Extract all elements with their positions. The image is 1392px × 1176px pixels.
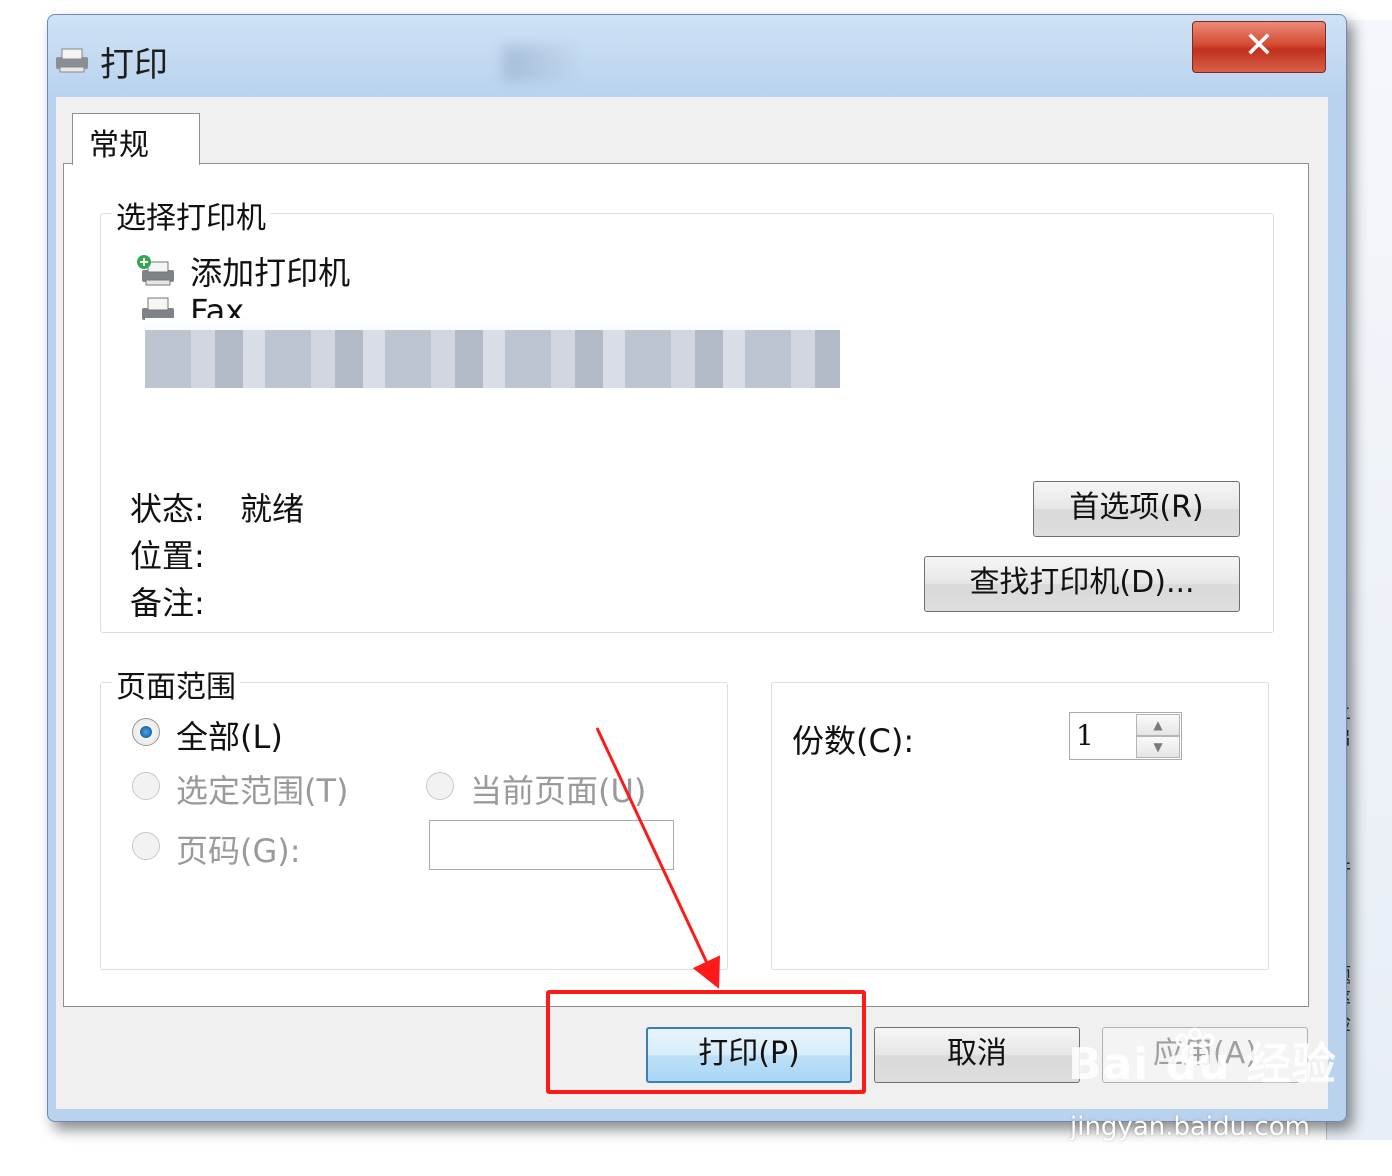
status-value: 就绪 — [240, 490, 305, 528]
printer-select-group-label: 选择打印机 — [112, 193, 270, 237]
fax-printer-icon — [142, 297, 174, 320]
page-range-group-label: 页面范围 — [112, 662, 240, 706]
printer-name: 添加打印机 — [190, 254, 351, 292]
find-printer-button[interactable]: 查找打印机(D)... — [924, 556, 1240, 612]
page-range-all-label[interactable]: 全部(L) — [176, 712, 283, 758]
printer-icon — [56, 48, 88, 73]
pixelated-printer-entry — [145, 330, 840, 388]
printer-list-item[interactable]: Fax — [136, 292, 244, 320]
copies-label: 份数(C): — [792, 722, 915, 760]
comment-label: 备注: — [130, 584, 205, 622]
printer-name: Fax — [190, 292, 245, 320]
status-label: 状态: — [130, 490, 205, 528]
spin-up-icon[interactable]: ▲ — [1136, 714, 1180, 736]
close-button[interactable]: ✕ — [1192, 21, 1326, 73]
preferences-button[interactable]: 首选项(R) — [1033, 481, 1240, 537]
page-range-pages-label[interactable]: 页码(G): — [176, 826, 301, 872]
location-label: 位置: — [130, 537, 205, 575]
paw-icon — [1175, 1027, 1215, 1065]
page-range-selection-radio[interactable] — [132, 772, 160, 800]
copies-stepper[interactable]: 1 ▲ ▼ — [1069, 712, 1182, 760]
printer-list-item[interactable]: 添加打印机 — [136, 248, 350, 294]
window-title: 打印 — [100, 45, 168, 85]
page-range-current-label[interactable]: 当前页面(U) — [470, 766, 646, 812]
cancel-button[interactable]: 取消 — [874, 1027, 1080, 1083]
page-range-all-radio[interactable] — [132, 718, 160, 746]
baidu-watermark-url: jingyan.baidu.com — [1070, 1112, 1310, 1142]
spin-down-icon[interactable]: ▼ — [1136, 736, 1180, 758]
page-range-current-radio[interactable] — [426, 772, 454, 800]
page-range-pages-radio[interactable] — [132, 832, 160, 860]
tab-general[interactable]: 常规 — [72, 113, 200, 165]
copies-value: 1 — [1076, 719, 1094, 752]
close-icon: ✕ — [1243, 25, 1275, 66]
blurred-title-region — [503, 45, 573, 81]
page-numbers-input[interactable] — [429, 820, 674, 870]
highlight-box — [546, 990, 866, 1094]
page-range-selection-label[interactable]: 选定范围(T) — [176, 766, 349, 812]
add-printer-icon — [137, 255, 174, 286]
